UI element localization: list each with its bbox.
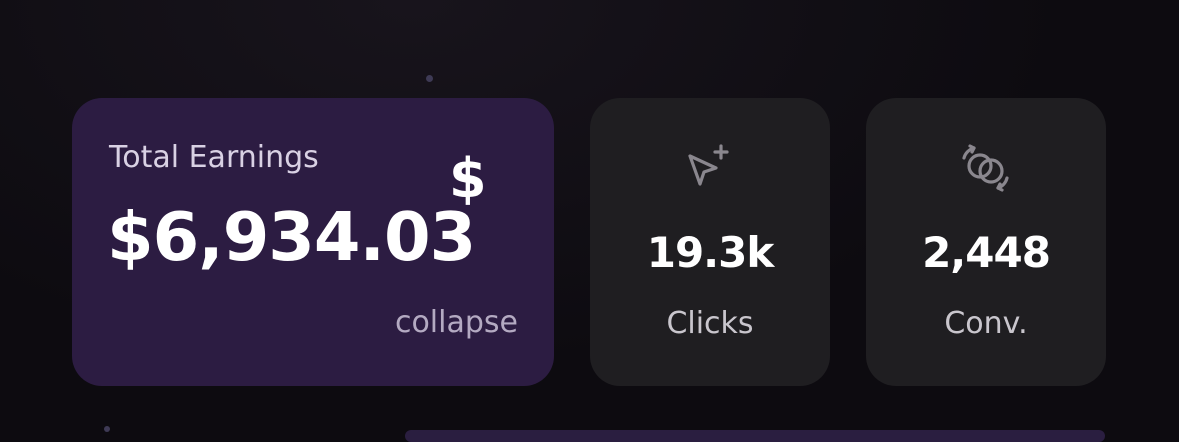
earnings-value: $6,934.03 [107, 198, 476, 276]
decorative-dot [104, 426, 110, 432]
next-card-edge [405, 430, 1105, 442]
conversions-value: 2,448 [922, 228, 1051, 277]
conversions-label: Conv. [944, 306, 1028, 341]
total-earnings-card: Total Earnings $6,934.03 $ collapse [72, 98, 554, 386]
clicks-stat-card[interactable]: 19.3k Clicks [590, 98, 830, 386]
clicks-label: Clicks [666, 306, 754, 341]
dollar-icon: $ [449, 147, 487, 210]
decorative-dot [426, 75, 433, 82]
conversion-circles-icon [962, 144, 1009, 192]
cursor-plus-icon [688, 144, 729, 186]
clicks-value: 19.3k [646, 228, 775, 277]
earnings-label: Total Earnings [109, 140, 319, 175]
conversions-stat-card[interactable]: 2,448 Conv. [866, 98, 1106, 386]
collapse-button[interactable]: collapse [395, 305, 518, 340]
